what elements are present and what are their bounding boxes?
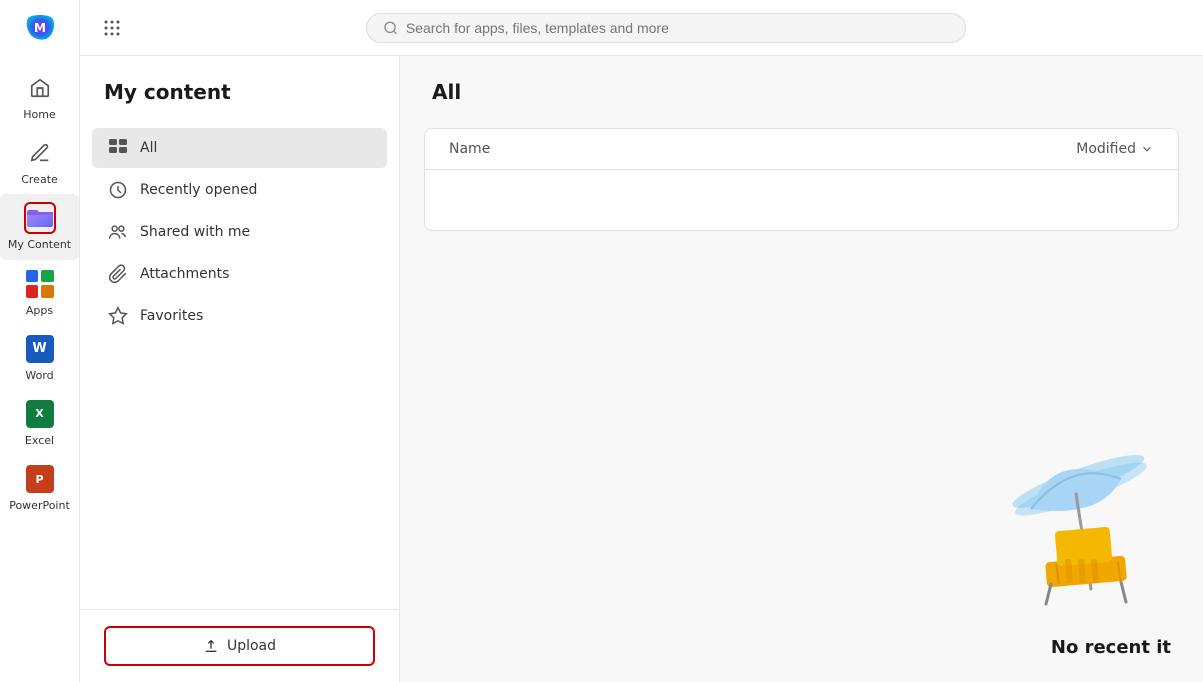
nav-item-all-label: All	[140, 140, 157, 156]
empty-illustration	[971, 429, 1171, 629]
powerpoint-icon: P	[24, 463, 56, 495]
sidebar-item-home[interactable]: Home	[0, 64, 79, 129]
main-wrapper: My content All	[80, 56, 1203, 682]
all-icon	[108, 138, 128, 158]
sidebar-item-powerpoint[interactable]: P PowerPoint	[0, 455, 79, 520]
sidebar-item-create-label: Create	[21, 173, 58, 186]
sidebar-item-word[interactable]: W Word	[0, 325, 79, 390]
nav-item-attachments[interactable]: Attachments	[92, 254, 387, 294]
sidebar-item-apps-label: Apps	[26, 304, 53, 317]
clock-icon	[108, 180, 128, 200]
right-panel: All Name Modified	[400, 56, 1203, 682]
empty-state: No recent it	[400, 239, 1203, 682]
sidebar-item-powerpoint-label: PowerPoint	[9, 499, 70, 512]
sidebar: M Home Create	[0, 0, 80, 682]
nav-item-attachments-label: Attachments	[140, 266, 229, 282]
word-icon: W	[24, 333, 56, 365]
table-container: Name Modified	[424, 128, 1179, 231]
search-bar[interactable]	[366, 13, 966, 43]
sort-down-icon	[1140, 142, 1154, 156]
panel-title: My content	[80, 56, 399, 120]
attachment-icon	[108, 264, 128, 284]
apps-icon	[24, 268, 56, 300]
sidebar-item-apps[interactable]: Apps	[0, 260, 79, 325]
content-title: All	[432, 80, 1171, 104]
sidebar-item-create[interactable]: Create	[0, 129, 79, 194]
nav-item-shared-with-me[interactable]: Shared with me	[92, 212, 387, 252]
search-icon	[383, 20, 398, 36]
sidebar-item-my-content[interactable]: My Content	[0, 194, 79, 259]
svg-text:M: M	[34, 21, 46, 35]
ms365-logo[interactable]: M	[20, 8, 60, 48]
nav-item-favorites[interactable]: Favorites	[92, 296, 387, 336]
col-name: Name	[449, 141, 1076, 157]
upload-label: Upload	[227, 638, 276, 654]
nav-item-all[interactable]: All	[92, 128, 387, 168]
sidebar-item-excel[interactable]: X Excel	[0, 390, 79, 455]
create-icon	[24, 137, 56, 169]
topbar	[80, 0, 1203, 56]
grid-icon[interactable]	[96, 12, 128, 44]
nav-item-favorites-label: Favorites	[140, 308, 203, 324]
left-panel: My content All	[80, 56, 400, 682]
col-modified[interactable]: Modified	[1076, 141, 1154, 157]
star-icon	[108, 306, 128, 326]
nav-list: All Recently opened	[80, 120, 399, 609]
sidebar-item-word-label: Word	[25, 369, 53, 382]
upload-button[interactable]: Upload	[104, 626, 375, 666]
nav-item-recently-opened-label: Recently opened	[140, 182, 257, 198]
nav-item-shared-with-me-label: Shared with me	[140, 224, 250, 240]
sidebar-item-home-label: Home	[23, 108, 55, 121]
my-content-icon	[24, 202, 56, 234]
home-icon	[24, 72, 56, 104]
sidebar-item-excel-label: Excel	[25, 434, 54, 447]
table-body-empty	[425, 170, 1178, 230]
shared-icon	[108, 222, 128, 242]
no-recent-text: No recent it	[1051, 637, 1171, 658]
upload-icon	[203, 638, 219, 654]
sidebar-item-my-content-label: My Content	[8, 238, 71, 251]
upload-btn-area: Upload	[80, 609, 399, 682]
content-header: All	[400, 56, 1203, 120]
table-header: Name Modified	[425, 129, 1178, 170]
nav-item-recently-opened[interactable]: Recently opened	[92, 170, 387, 210]
excel-icon: X	[24, 398, 56, 430]
search-input[interactable]	[406, 20, 949, 36]
